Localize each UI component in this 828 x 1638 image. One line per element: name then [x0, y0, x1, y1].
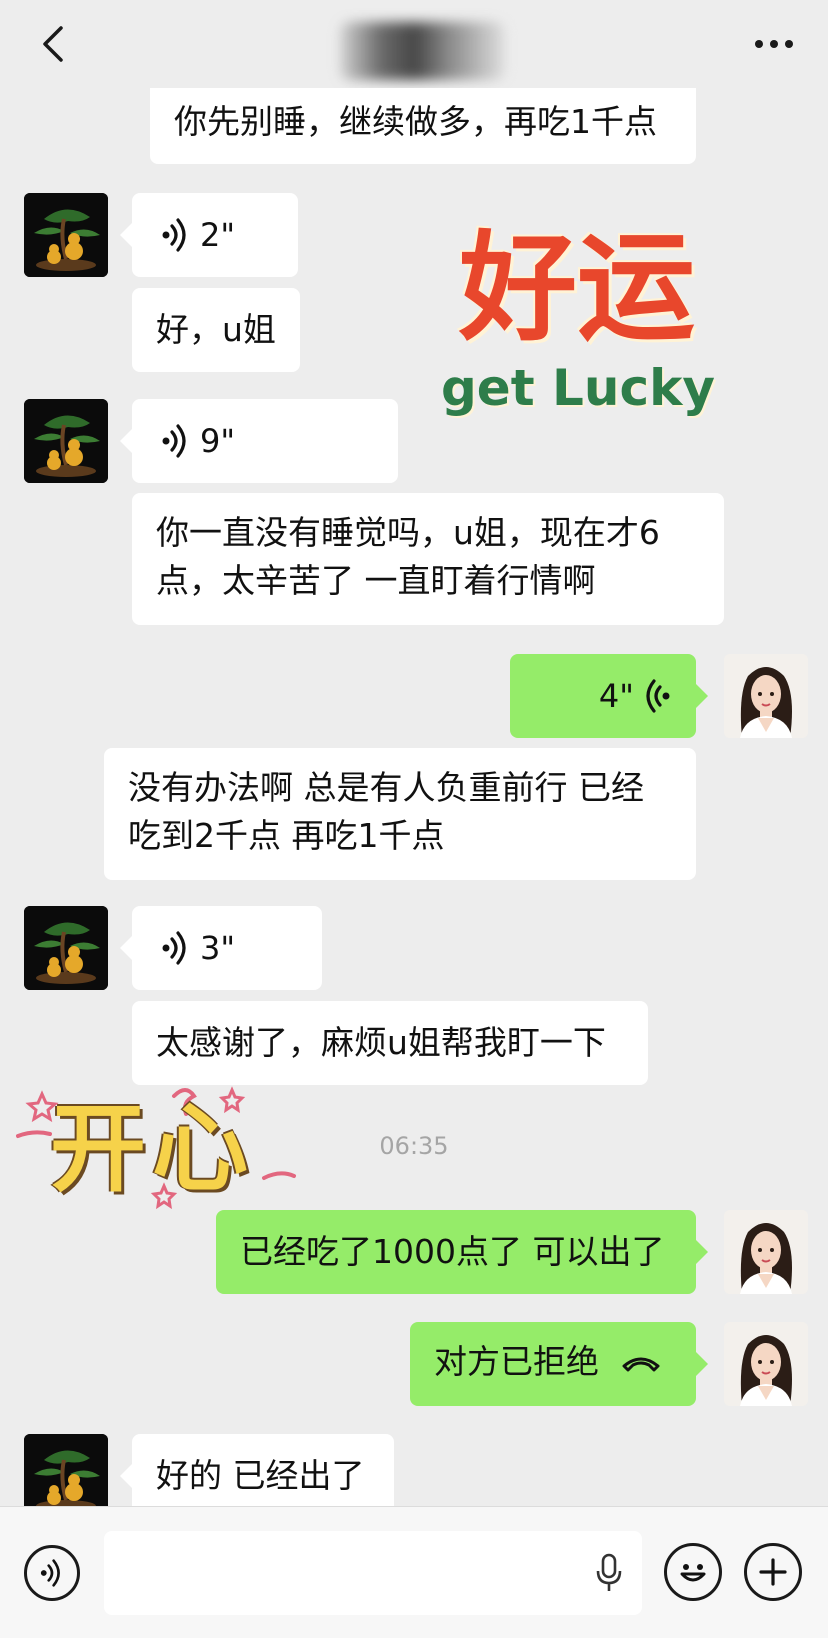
voice-input-toggle-button[interactable] — [24, 1545, 80, 1601]
voice-wave-icon — [162, 424, 186, 458]
smiley-icon — [680, 1564, 706, 1582]
input-bar — [0, 1506, 828, 1638]
back-button[interactable] — [22, 14, 82, 74]
message-input[interactable] — [104, 1531, 642, 1615]
voice-message[interactable]: 2" — [120, 193, 298, 277]
voice-duration: 2" — [200, 216, 236, 254]
chevron-left-icon — [43, 26, 63, 62]
user-avatar[interactable] — [724, 1210, 808, 1294]
contact-avatar[interactable] — [24, 193, 108, 277]
sticker-text-en: get Lucky — [441, 359, 715, 417]
voice-message[interactable]: 9" — [120, 399, 398, 483]
phone-hangup-icon — [622, 1357, 660, 1372]
sticker-text-cn: 好运 — [458, 219, 695, 357]
message-bubble[interactable]: 好的 已经出了 — [120, 1434, 394, 1506]
more-dots-icon — [755, 40, 793, 48]
message-text-line: 你一直没有睡觉吗，u姐，现在才6 — [156, 513, 660, 552]
call-status-text: 对方已拒绝 — [434, 1342, 599, 1381]
call-record-outgoing[interactable]: 对方已拒绝 — [410, 1322, 708, 1406]
more-button[interactable] — [744, 14, 804, 74]
woman-portrait-avatar-icon — [724, 1322, 808, 1406]
message-text: 已经吃了1000点了 可以出了 — [240, 1232, 665, 1271]
voice-wave-icon — [162, 931, 186, 965]
emoji-button[interactable] — [664, 1543, 722, 1601]
message-bubble[interactable]: 你先别睡，继续做多，再吃1千点 — [150, 88, 696, 164]
message-timestamp: 06:35 — [379, 1132, 449, 1160]
message-text: 你先别睡，继续做多，再吃1千点 — [174, 102, 657, 141]
message-text: 好的 已经出了 — [156, 1456, 365, 1495]
message-bubble-outgoing[interactable]: 已经吃了1000点了 可以出了 — [216, 1210, 708, 1294]
contact-name-redacted — [340, 22, 505, 80]
microphone-icon[interactable] — [596, 1553, 622, 1593]
voice-duration: 9" — [200, 422, 236, 460]
message-text-line: 吃到2千点 再吃1千点 — [128, 816, 445, 855]
message-text: 太感谢了，麻烦u姐帮我盯一下 — [156, 1023, 606, 1062]
message-bubble[interactable]: 太感谢了，麻烦u姐帮我盯一下 — [132, 1001, 648, 1085]
add-button[interactable] — [744, 1543, 802, 1601]
voice-message[interactable]: 3" — [120, 906, 322, 990]
voice-wave-icon — [40, 1559, 60, 1587]
bonsai-gourd-avatar-icon — [24, 193, 108, 277]
bonsai-gourd-avatar-icon — [24, 399, 108, 483]
contact-avatar[interactable] — [24, 906, 108, 990]
bonsai-gourd-avatar-icon — [24, 1434, 108, 1506]
voice-wave-icon — [646, 679, 670, 713]
user-avatar[interactable] — [724, 654, 808, 738]
message-bubble[interactable]: 没有办法啊 总是有人负重前行 已经 吃到2千点 再吃1千点 — [104, 748, 696, 880]
message-bubble[interactable]: 好，u姐 — [132, 288, 300, 372]
contact-avatar[interactable] — [24, 399, 108, 483]
user-avatar[interactable] — [724, 1322, 808, 1406]
sticker-good-luck[interactable]: 好运 get Lucky — [418, 218, 738, 428]
voice-duration: 3" — [200, 929, 236, 967]
message-text-line: 没有办法啊 总是有人负重前行 已经 — [128, 768, 644, 807]
message-text: 好，u姐 — [156, 310, 276, 349]
chat-header — [0, 0, 828, 88]
message-bubble[interactable]: 你一直没有睡觉吗，u姐，现在才6 点，太辛苦了 一直盯着行情啊 — [132, 493, 724, 625]
woman-portrait-avatar-icon — [724, 1210, 808, 1294]
voice-wave-icon — [162, 218, 186, 252]
contact-avatar[interactable] — [24, 1434, 108, 1506]
plus-icon — [759, 1558, 787, 1586]
bonsai-gourd-avatar-icon — [24, 906, 108, 990]
woman-portrait-avatar-icon — [724, 654, 808, 738]
chat-area[interactable]: 你先别睡，继续做多，再吃1千点 2" 好，u姐 好运 get Lucky 9" … — [0, 88, 828, 1506]
message-text-line: 点，太辛苦了 一直盯着行情啊 — [156, 561, 596, 600]
voice-message-outgoing[interactable]: 4" — [510, 654, 708, 738]
voice-duration: 4" — [598, 677, 634, 715]
